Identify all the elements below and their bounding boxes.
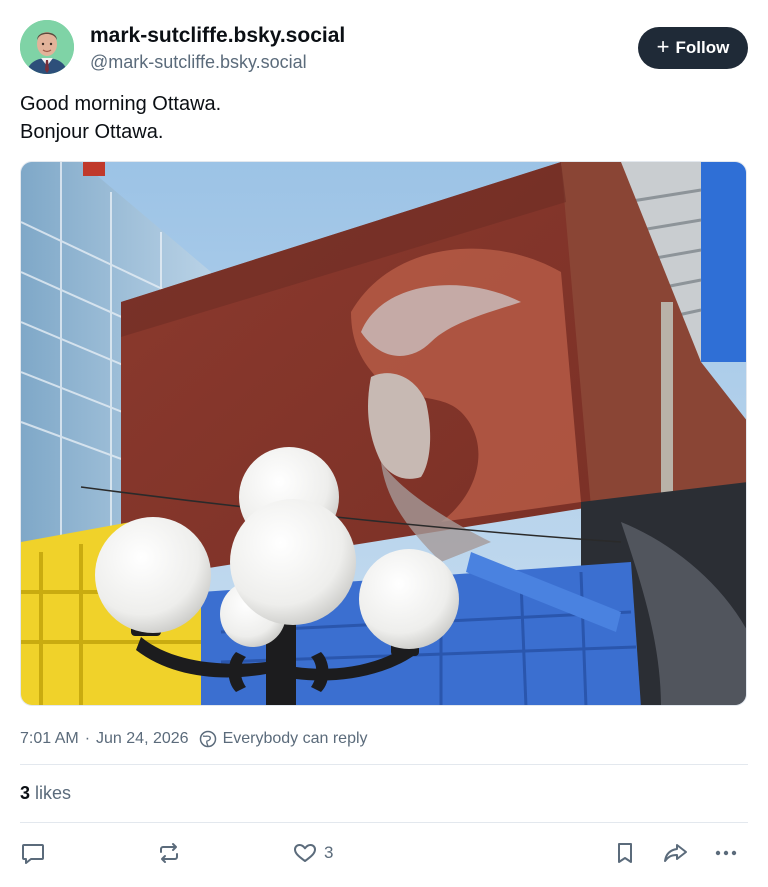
mural-photo [21, 162, 746, 705]
post-time[interactable]: 7:01 AM [20, 730, 79, 748]
author-names: mark-sutcliffe.bsky.social @mark-sutclif… [90, 22, 345, 74]
reply-setting-label[interactable]: Everybody can reply [223, 730, 368, 748]
reply-setting-icon [199, 730, 217, 748]
divider [20, 822, 748, 823]
repost-icon [160, 843, 178, 863]
post-meta: 7:01 AM · Jun 24, 2026 Everybody can rep… [20, 727, 368, 751]
repost-button[interactable] [156, 838, 182, 868]
post-actions: 3 [20, 838, 748, 868]
share-button[interactable] [662, 838, 690, 868]
post-image[interactable] [20, 161, 747, 706]
bookmark-icon [618, 843, 632, 863]
likes-count: 3 [20, 783, 31, 803]
like-button[interactable]: 3 [292, 838, 333, 868]
post-date[interactable]: Jun 24, 2026 [96, 730, 189, 748]
meta-separator: · [84, 730, 91, 747]
avatar[interactable] [20, 20, 74, 74]
post-header: mark-sutcliffe.bsky.social @mark-sutclif… [20, 20, 748, 74]
plus-icon: + [656, 34, 670, 59]
likes-summary[interactable]: 3 likes [20, 781, 71, 805]
follow-button-label: Follow [675, 38, 730, 57]
avatar-photo [20, 20, 74, 74]
author-display-name[interactable]: mark-sutcliffe.bsky.social [90, 22, 345, 50]
like-count: 3 [324, 843, 334, 862]
heart-icon [294, 844, 316, 862]
follow-button[interactable]: + Follow [638, 27, 748, 69]
ellipsis-icon [715, 850, 737, 856]
likes-label: likes [35, 783, 72, 803]
post-text: Good morning Ottawa. Bonjour Ottawa. [20, 90, 748, 146]
author-handle[interactable]: @mark-sutcliffe.bsky.social [90, 50, 345, 74]
divider [20, 764, 748, 765]
bookmark-button[interactable] [612, 838, 638, 868]
reply-button[interactable] [20, 838, 46, 868]
post-text-line: Good morning Ottawa. [20, 93, 222, 115]
post-text-line: Bonjour Ottawa. [20, 121, 164, 143]
comment-icon [22, 844, 44, 864]
share-icon [664, 844, 687, 862]
more-options-button[interactable] [713, 838, 739, 868]
